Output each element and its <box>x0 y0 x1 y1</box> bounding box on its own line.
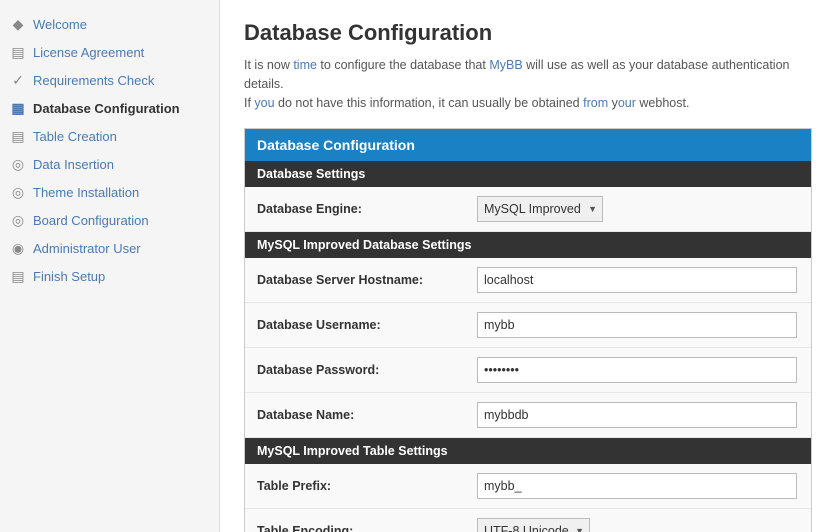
panel-title: Database Configuration <box>245 129 811 161</box>
intro-line2: If you do not have this information, it … <box>244 96 689 110</box>
table-creation-icon: ▤ <box>10 128 26 144</box>
label-encoding: Table Encoding: <box>257 524 477 532</box>
label-engine: Database Engine: <box>257 202 477 216</box>
page-title: Database Configuration <box>244 20 812 46</box>
main-content: Database Configuration It is now time to… <box>220 0 836 532</box>
requirements-check-icon: ✓ <box>10 72 26 88</box>
data-insertion-icon: ◎ <box>10 156 26 172</box>
theme-installation-label: Theme Installation <box>33 185 139 200</box>
form-row-password: Database Password: <box>245 348 811 393</box>
requirements-check-label: Requirements Check <box>33 73 154 88</box>
board-configuration-label: Board Configuration <box>33 213 149 228</box>
license-agreement-icon: ▤ <box>10 44 26 60</box>
label-dbname: Database Name: <box>257 408 477 422</box>
form-row-hostname: Database Server Hostname: <box>245 258 811 303</box>
sidebar-item-requirements-check[interactable]: ✓ Requirements Check <box>0 66 219 94</box>
engine-select-wrapper: MySQL Improved MySQL PostgreSQL SQLite <box>477 196 603 222</box>
encoding-select-wrapper: UTF-8 Unicode UTF-16 Latin-1 <box>477 518 590 532</box>
label-hostname: Database Server Hostname: <box>257 273 477 287</box>
sidebar-item-table-creation[interactable]: ▤ Table Creation <box>0 122 219 150</box>
database-configuration-label: Database Configuration <box>33 101 180 116</box>
sidebar-item-database-configuration[interactable]: ▦ Database Configuration <box>0 94 219 122</box>
dbname-input[interactable] <box>477 402 797 428</box>
form-row-prefix: Table Prefix: <box>245 464 811 509</box>
administrator-user-icon: ◉ <box>10 240 26 256</box>
license-agreement-label: License Agreement <box>33 45 144 60</box>
sidebar: ◆ Welcome ▤ License Agreement ✓ Requirements … <box>0 0 220 532</box>
prefix-input[interactable] <box>477 473 797 499</box>
intro-text: It is now time to configure the database… <box>244 56 812 112</box>
table-creation-label: Table Creation <box>33 129 117 144</box>
database-configuration-icon: ▦ <box>10 100 26 116</box>
form-row-dbname: Database Name: <box>245 393 811 438</box>
sidebar-item-administrator-user[interactable]: ◉ Administrator User <box>0 234 219 262</box>
username-input[interactable] <box>477 312 797 338</box>
sidebar-item-data-insertion[interactable]: ◎ Data Insertion <box>0 150 219 178</box>
form-row-username: Database Username: <box>245 303 811 348</box>
label-prefix: Table Prefix: <box>257 479 477 493</box>
password-input[interactable] <box>477 357 797 383</box>
database-configuration-panel: Database Configuration Database Settings… <box>244 128 812 532</box>
intro-line1: It is now time to configure the database… <box>244 58 789 91</box>
welcome-label: Welcome <box>33 17 87 32</box>
sidebar-item-welcome[interactable]: ◆ Welcome <box>0 10 219 38</box>
sidebar-item-board-configuration[interactable]: ◎ Board Configuration <box>0 206 219 234</box>
theme-installation-icon: ◎ <box>10 184 26 200</box>
welcome-icon: ◆ <box>10 16 26 32</box>
sidebar-item-finish-setup[interactable]: ▤ Finish Setup <box>0 262 219 290</box>
administrator-user-label: Administrator User <box>33 241 141 256</box>
sidebar-item-license-agreement[interactable]: ▤ License Agreement <box>0 38 219 66</box>
section-header-table-settings: MySQL Improved Table Settings <box>245 438 811 464</box>
section-header-db-settings: Database Settings <box>245 161 811 187</box>
board-configuration-icon: ◎ <box>10 212 26 228</box>
label-password: Database Password: <box>257 363 477 377</box>
form-row-engine: Database Engine: MySQL Improved MySQL Po… <box>245 187 811 232</box>
label-username: Database Username: <box>257 318 477 332</box>
hostname-input[interactable] <box>477 267 797 293</box>
section-header-mysql-settings: MySQL Improved Database Settings <box>245 232 811 258</box>
finish-setup-icon: ▤ <box>10 268 26 284</box>
sidebar-item-theme-installation[interactable]: ◎ Theme Installation <box>0 178 219 206</box>
encoding-select[interactable]: UTF-8 Unicode UTF-16 Latin-1 <box>477 518 590 532</box>
data-insertion-label: Data Insertion <box>33 157 114 172</box>
form-row-encoding: Table Encoding: UTF-8 Unicode UTF-16 Lat… <box>245 509 811 532</box>
finish-setup-label: Finish Setup <box>33 269 105 284</box>
engine-select[interactable]: MySQL Improved MySQL PostgreSQL SQLite <box>477 196 603 222</box>
